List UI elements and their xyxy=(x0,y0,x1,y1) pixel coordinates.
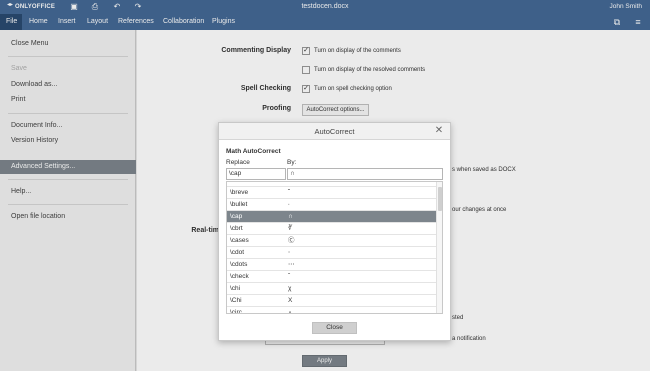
list-item[interactable]: \breve ˘ xyxy=(227,187,437,199)
dialog-header: AutoCorrect ✕ xyxy=(219,123,450,140)
autocorrect-dialog: AutoCorrect ✕ Math AutoCorrect Replace B… xyxy=(218,122,451,341)
math-autocorrect-heading: Math AutoCorrect xyxy=(226,148,281,155)
list-item[interactable]: \Chi Χ xyxy=(227,295,437,307)
replace-cell: \cdot xyxy=(230,249,245,256)
list-item[interactable]: \cases Ⓒ xyxy=(227,235,437,247)
dialog-title: AutoCorrect xyxy=(314,127,355,136)
list-item[interactable]: \cdot ⋅ xyxy=(227,247,437,259)
replace-cell: \breve xyxy=(230,189,249,196)
replace-cell: \check xyxy=(230,273,249,280)
by-cell: Ⓒ xyxy=(288,237,295,244)
replace-input[interactable]: \cap xyxy=(226,168,286,180)
list-item[interactable]: \check ˇ xyxy=(227,271,437,283)
by-cell: ∘ xyxy=(288,309,293,314)
replace-cell: \Chi xyxy=(230,297,242,304)
by-cell: ⋯ xyxy=(288,261,295,268)
replace-cell: \cdots xyxy=(230,261,248,268)
scrollbar-thumb[interactable] xyxy=(438,187,442,211)
replace-label: Replace xyxy=(226,159,250,166)
by-cell: ¬ xyxy=(288,182,292,186)
by-cell: Χ xyxy=(288,297,293,304)
by-cell: ˘ xyxy=(288,189,291,196)
autocorrect-list[interactable]: \break ¬ \breve ˘ \bullet ∙ \cap ∩ \cbrt ∛ \cases Ⓒ… xyxy=(226,181,443,314)
by-input[interactable]: ∩ xyxy=(287,168,443,180)
by-cell: ⋅ xyxy=(288,249,291,256)
list-item[interactable]: \circ ∘ xyxy=(227,307,437,314)
replace-cell: \break xyxy=(230,182,248,186)
close-icon[interactable]: ✕ xyxy=(433,125,445,137)
by-cell: ∙ xyxy=(288,201,290,208)
by-cell: ˇ xyxy=(288,273,291,280)
replace-cell: \circ xyxy=(230,309,242,314)
list-item[interactable]: \cbrt ∛ xyxy=(227,223,437,235)
list-scrollbar[interactable] xyxy=(436,182,442,313)
list-item[interactable]: \cdots ⋯ xyxy=(227,259,437,271)
replace-cell: \bullet xyxy=(230,201,248,208)
by-cell: ∩ xyxy=(288,213,293,220)
replace-cell: \cap xyxy=(230,213,243,220)
close-button[interactable]: Close xyxy=(312,322,357,334)
list-item[interactable]: \bullet ∙ xyxy=(227,199,437,211)
by-cell: ∛ xyxy=(288,225,293,232)
replace-cell: \chi xyxy=(230,285,241,292)
list-item[interactable]: \cap ∩ xyxy=(227,211,437,223)
replace-cell: \cases xyxy=(230,237,249,244)
by-cell: χ xyxy=(288,285,292,292)
by-label: By: xyxy=(287,159,297,166)
replace-cell: \cbrt xyxy=(230,225,243,232)
list-item[interactable]: \chi χ xyxy=(227,283,437,295)
